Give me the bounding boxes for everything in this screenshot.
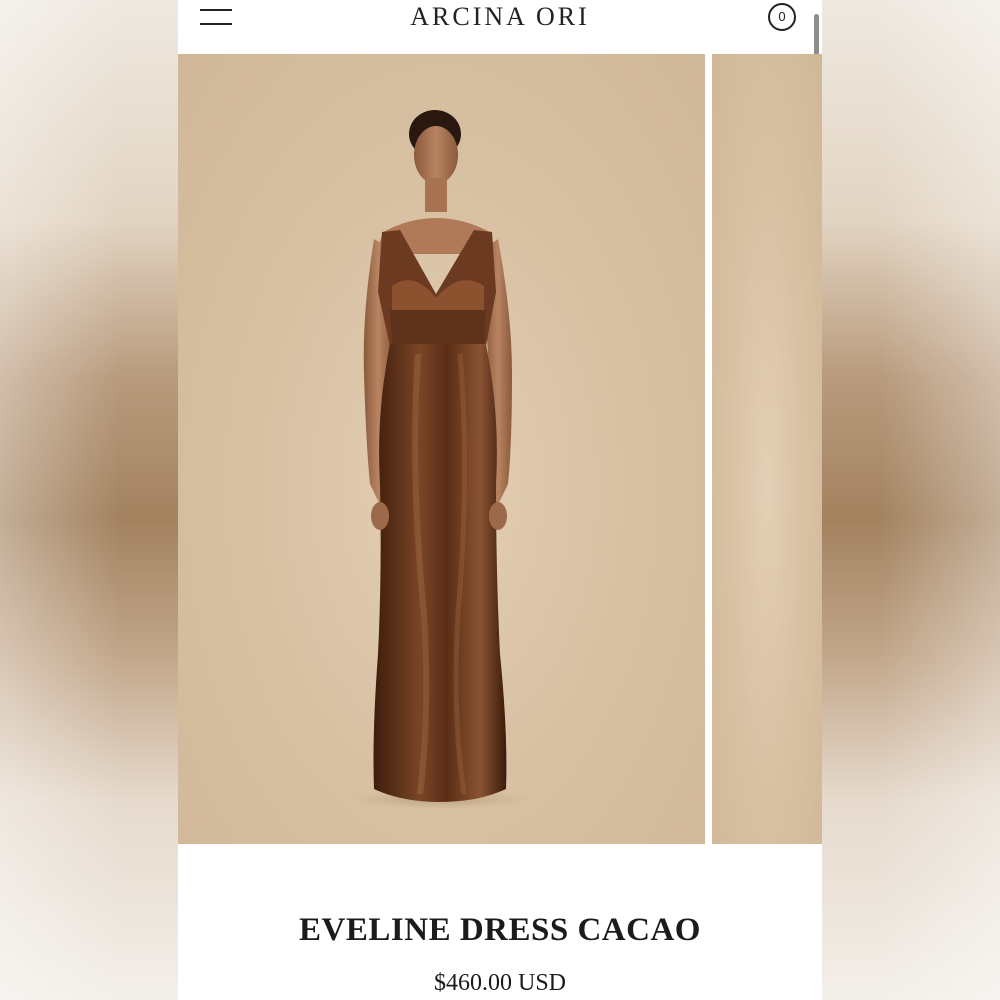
cart-button[interactable]: 0 <box>768 3 796 31</box>
brand-logo[interactable]: ARCINA ORI <box>178 2 822 32</box>
cart-count: 0 <box>778 9 786 24</box>
product-image-gallery[interactable] <box>178 54 822 844</box>
product-image-main[interactable] <box>178 54 705 844</box>
model-in-dress-image <box>350 110 530 809</box>
site-header: ARCINA ORI 0 <box>178 0 822 54</box>
product-image-next[interactable] <box>712 54 822 844</box>
product-title: EVELINE DRESS CACAO <box>299 912 701 949</box>
product-price: $460.00 USD <box>433 970 566 996</box>
phone-screen: ARCINA ORI 0 EVELINE DRESS CACAO $460.00… <box>178 0 822 1000</box>
